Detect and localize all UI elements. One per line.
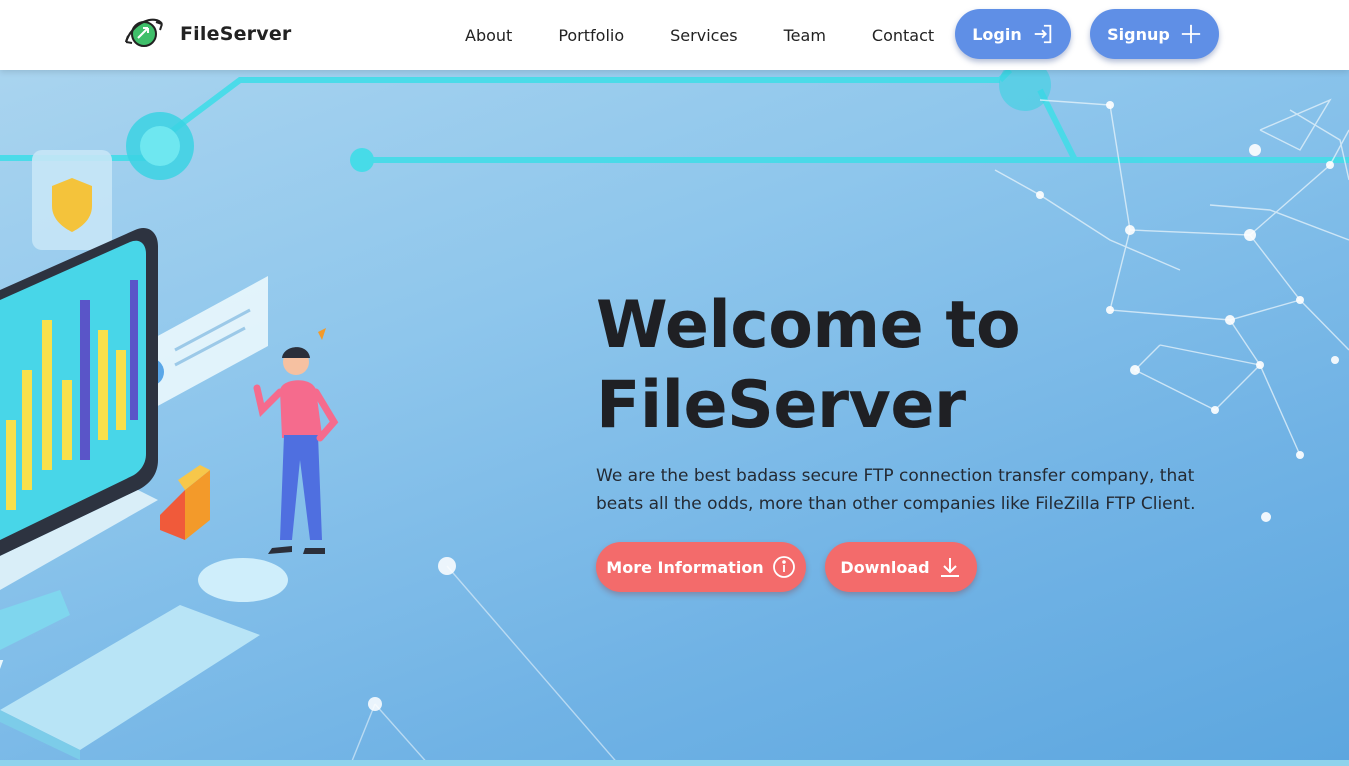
login-label: Login — [972, 24, 1022, 44]
hero-description: We are the best badass secure FTP connec… — [596, 466, 1196, 514]
brand-link[interactable]: FileServer — [122, 16, 291, 52]
navbar: FileServer About Portfolio Services Team… — [0, 0, 1349, 70]
brand-name: FileServer — [180, 23, 292, 45]
mouse — [198, 558, 288, 602]
circuit-lines — [0, 70, 1349, 163]
hero-content: Welcome to FileServer We are the best ba… — [596, 286, 1236, 592]
more-information-button[interactable]: More Information — [596, 542, 806, 592]
pyramid-chart — [160, 465, 210, 540]
nav-link-services[interactable]: Services — [670, 26, 737, 45]
globe-arrows-icon — [124, 18, 163, 47]
nav-link-portfolio[interactable]: Portfolio — [558, 26, 624, 45]
info-circle-icon — [772, 556, 795, 578]
person — [253, 328, 339, 554]
nav-link-contact[interactable]: Contact — [872, 26, 934, 45]
login-button[interactable]: Login — [955, 9, 1071, 59]
sign-in-icon — [1034, 24, 1051, 44]
hero-title-line2: FileServer — [596, 368, 966, 443]
shield-card — [32, 150, 112, 250]
hero-title: Welcome to FileServer — [596, 286, 1236, 446]
main-nav: About Portfolio Services Team Contact — [465, 0, 934, 70]
hero-title-line1: Welcome to — [596, 288, 1021, 363]
signup-label: Signup — [1107, 24, 1170, 44]
download-arrow-icon — [940, 558, 959, 577]
download-label: Download — [840, 557, 930, 577]
nav-link-team[interactable]: Team — [784, 26, 826, 45]
signup-button[interactable]: Signup — [1090, 9, 1219, 59]
plus-icon — [1181, 24, 1201, 44]
monitor — [0, 227, 158, 590]
more-information-label: More Information — [606, 557, 764, 577]
hero-section: Welcome to FileServer We are the best ba… — [0, 70, 1349, 766]
nav-link-about[interactable]: About — [465, 26, 512, 45]
download-button[interactable]: Download — [825, 542, 977, 592]
hero-bottom-border — [0, 760, 1349, 766]
